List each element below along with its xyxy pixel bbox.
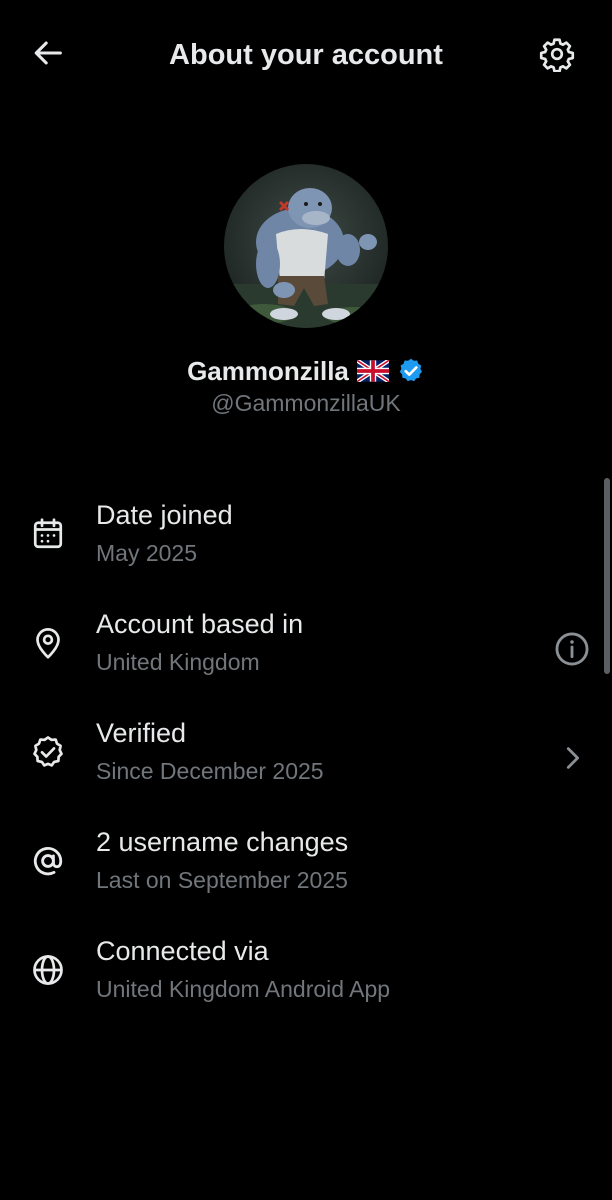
display-name: Gammonzilla: [187, 355, 349, 386]
row-value: Since December 2025: [96, 758, 324, 784]
location-pin-icon: [28, 623, 68, 663]
uk-flag-icon: [356, 360, 389, 382]
info-row-account-based-in: Account based in United Kingdom: [0, 597, 612, 706]
row-value: United Kingdom: [96, 649, 260, 675]
info-row-connected-via: Connected via United Kingdom Android App: [0, 924, 612, 1033]
name-row: Gammonzilla: [0, 352, 612, 390]
verified-badge-outline-icon: [28, 732, 68, 772]
gear-icon: [539, 36, 575, 77]
scrollbar[interactable]: [604, 478, 610, 674]
globe-icon: [28, 950, 68, 990]
username-handle: @GammonzillaUK: [211, 390, 401, 416]
row-label: Connected via: [96, 936, 269, 966]
row-value: Last on September 2025: [96, 867, 348, 893]
info-row-verified[interactable]: Verified Since December 2025: [0, 706, 612, 815]
account-info-list: Date joined May 2025 Account based in Un…: [0, 488, 612, 1033]
avatar[interactable]: [224, 164, 388, 328]
at-sign-icon: [28, 841, 68, 881]
settings-button[interactable]: [536, 35, 578, 77]
row-label: Account based in: [96, 609, 304, 639]
row-value: United Kingdom Android App: [96, 976, 391, 1002]
row-label: 2 username changes: [96, 827, 349, 857]
info-row-date-joined: Date joined May 2025: [0, 488, 612, 597]
row-label: Verified: [96, 718, 187, 748]
chevron-right-icon[interactable]: [552, 738, 592, 778]
row-label: Date joined: [96, 500, 233, 530]
info-icon[interactable]: [552, 629, 592, 669]
info-row-username-changes: 2 username changes Last on September 202…: [0, 815, 612, 924]
page-title: About your account: [169, 39, 443, 71]
verified-badge-icon[interactable]: [397, 357, 425, 385]
top-bar: About your account: [0, 0, 612, 110]
row-value: May 2025: [96, 540, 198, 566]
calendar-icon: [28, 514, 68, 554]
